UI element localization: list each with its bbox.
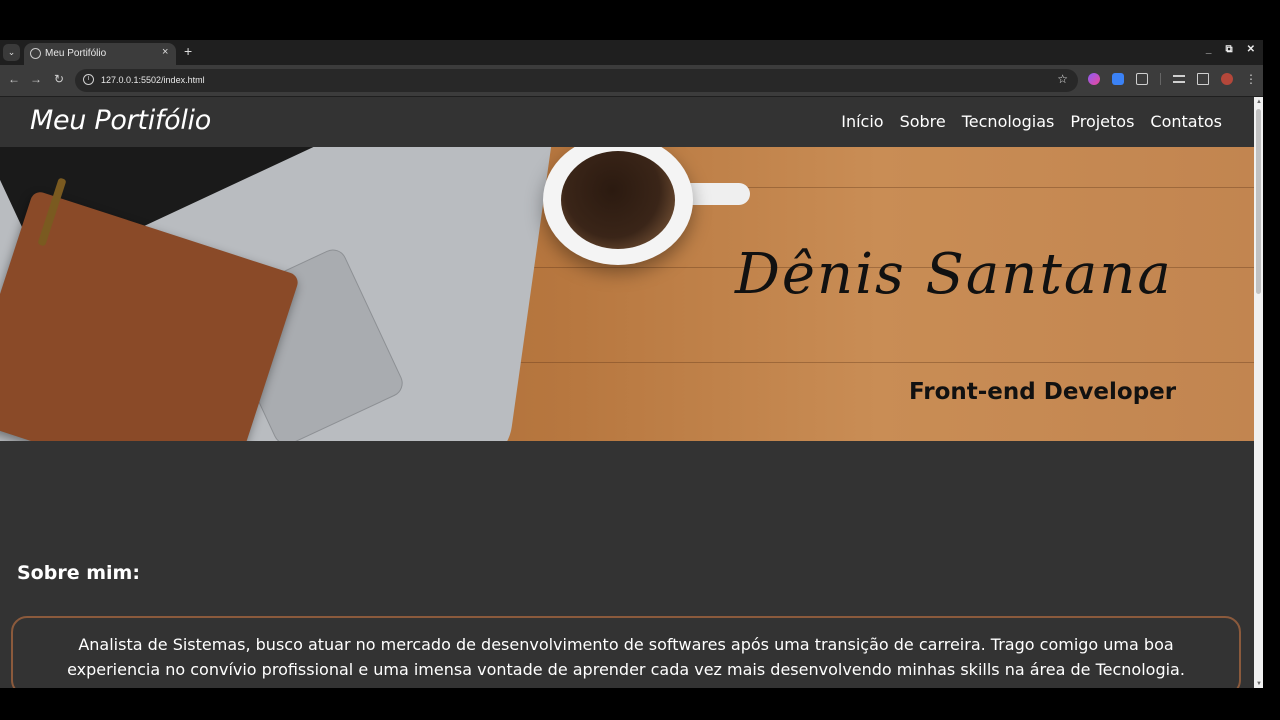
forward-arrow-icon[interactable]: → bbox=[30, 72, 42, 86]
reload-icon[interactable]: ↻ bbox=[54, 72, 64, 86]
site-logo[interactable]: Meu Portifólio bbox=[30, 105, 211, 136]
scroll-thumb[interactable] bbox=[1256, 109, 1261, 294]
extension-icon[interactable] bbox=[1112, 73, 1124, 85]
hero-banner: Dênis Santana Front-end Developer bbox=[0, 147, 1254, 441]
window-controls: _ ⧉ ✕ bbox=[1206, 44, 1255, 55]
tab-active[interactable]: Meu Portifólio × bbox=[24, 43, 176, 65]
scrollbar[interactable]: ▲ ▼ bbox=[1254, 97, 1263, 688]
globe-icon bbox=[30, 48, 41, 59]
nav-inicio[interactable]: Início bbox=[841, 112, 883, 131]
coffee-cup-image bbox=[543, 147, 693, 265]
address-bar[interactable]: i 127.0.0.1:5502/index.html ☆ bbox=[75, 69, 1078, 92]
nav-sobre[interactable]: Sobre bbox=[900, 112, 946, 131]
new-tab-button[interactable]: + bbox=[184, 43, 192, 59]
puzzle-icon[interactable] bbox=[1136, 73, 1148, 85]
restore-button[interactable]: ⧉ bbox=[1225, 44, 1232, 55]
url-text[interactable]: 127.0.0.1:5502/index.html bbox=[101, 75, 205, 85]
nav-projetos[interactable]: Projetos bbox=[1070, 112, 1134, 131]
about-box: Analista de Sistemas, busco atuar no mer… bbox=[11, 616, 1241, 688]
tab-strip: ⌄ Meu Portifólio × + _ ⧉ ✕ bbox=[0, 40, 1263, 65]
scroll-up-icon[interactable]: ▲ bbox=[1256, 99, 1262, 105]
minimize-button[interactable]: _ bbox=[1206, 44, 1212, 55]
screen: ⌄ Meu Portifólio × + _ ⧉ ✕ ← → ↻ i 127.0… bbox=[0, 0, 1280, 720]
hero-subtitle: Front-end Developer bbox=[909, 379, 1177, 405]
about-text: Analista de Sistemas, busco atuar no mer… bbox=[67, 635, 1185, 679]
close-icon[interactable]: × bbox=[162, 46, 168, 58]
star-icon[interactable]: ☆ bbox=[1057, 72, 1068, 86]
nav-contatos[interactable]: Contatos bbox=[1150, 112, 1222, 131]
about-title: Sobre mim: bbox=[17, 562, 140, 584]
side-panel-icon[interactable] bbox=[1197, 73, 1209, 85]
browser-window: ⌄ Meu Portifólio × + _ ⧉ ✕ ← → ↻ i 127.0… bbox=[0, 40, 1263, 688]
main-nav: Início Sobre Tecnologias Projetos Contat… bbox=[841, 112, 1222, 131]
nav-tecnologias[interactable]: Tecnologias bbox=[962, 112, 1055, 131]
info-icon[interactable]: i bbox=[83, 74, 94, 85]
hero-signature: Dênis Santana bbox=[735, 242, 1173, 307]
tab-title: Meu Portifólio bbox=[45, 48, 107, 59]
browser-toolbar: ← → ↻ i 127.0.0.1:5502/index.html ☆ ⋮ bbox=[0, 65, 1263, 96]
reading-list-icon[interactable] bbox=[1173, 75, 1185, 83]
web-page: Meu Portifólio Início Sobre Tecnologias … bbox=[0, 97, 1254, 688]
extensions-area: ⋮ bbox=[1088, 73, 1257, 85]
divider bbox=[1160, 73, 1161, 85]
scroll-down-icon[interactable]: ▼ bbox=[1256, 681, 1262, 687]
avatar[interactable] bbox=[1221, 73, 1233, 85]
coffee-image bbox=[561, 151, 675, 249]
close-window-button[interactable]: ✕ bbox=[1247, 44, 1255, 55]
site-header: Meu Portifólio Início Sobre Tecnologias … bbox=[0, 97, 1254, 147]
extension-icon[interactable] bbox=[1088, 73, 1100, 85]
chevron-down-icon[interactable]: ⌄ bbox=[3, 44, 20, 61]
kebab-menu-icon[interactable]: ⋮ bbox=[1245, 73, 1257, 85]
back-arrow-icon[interactable]: ← bbox=[8, 72, 20, 86]
